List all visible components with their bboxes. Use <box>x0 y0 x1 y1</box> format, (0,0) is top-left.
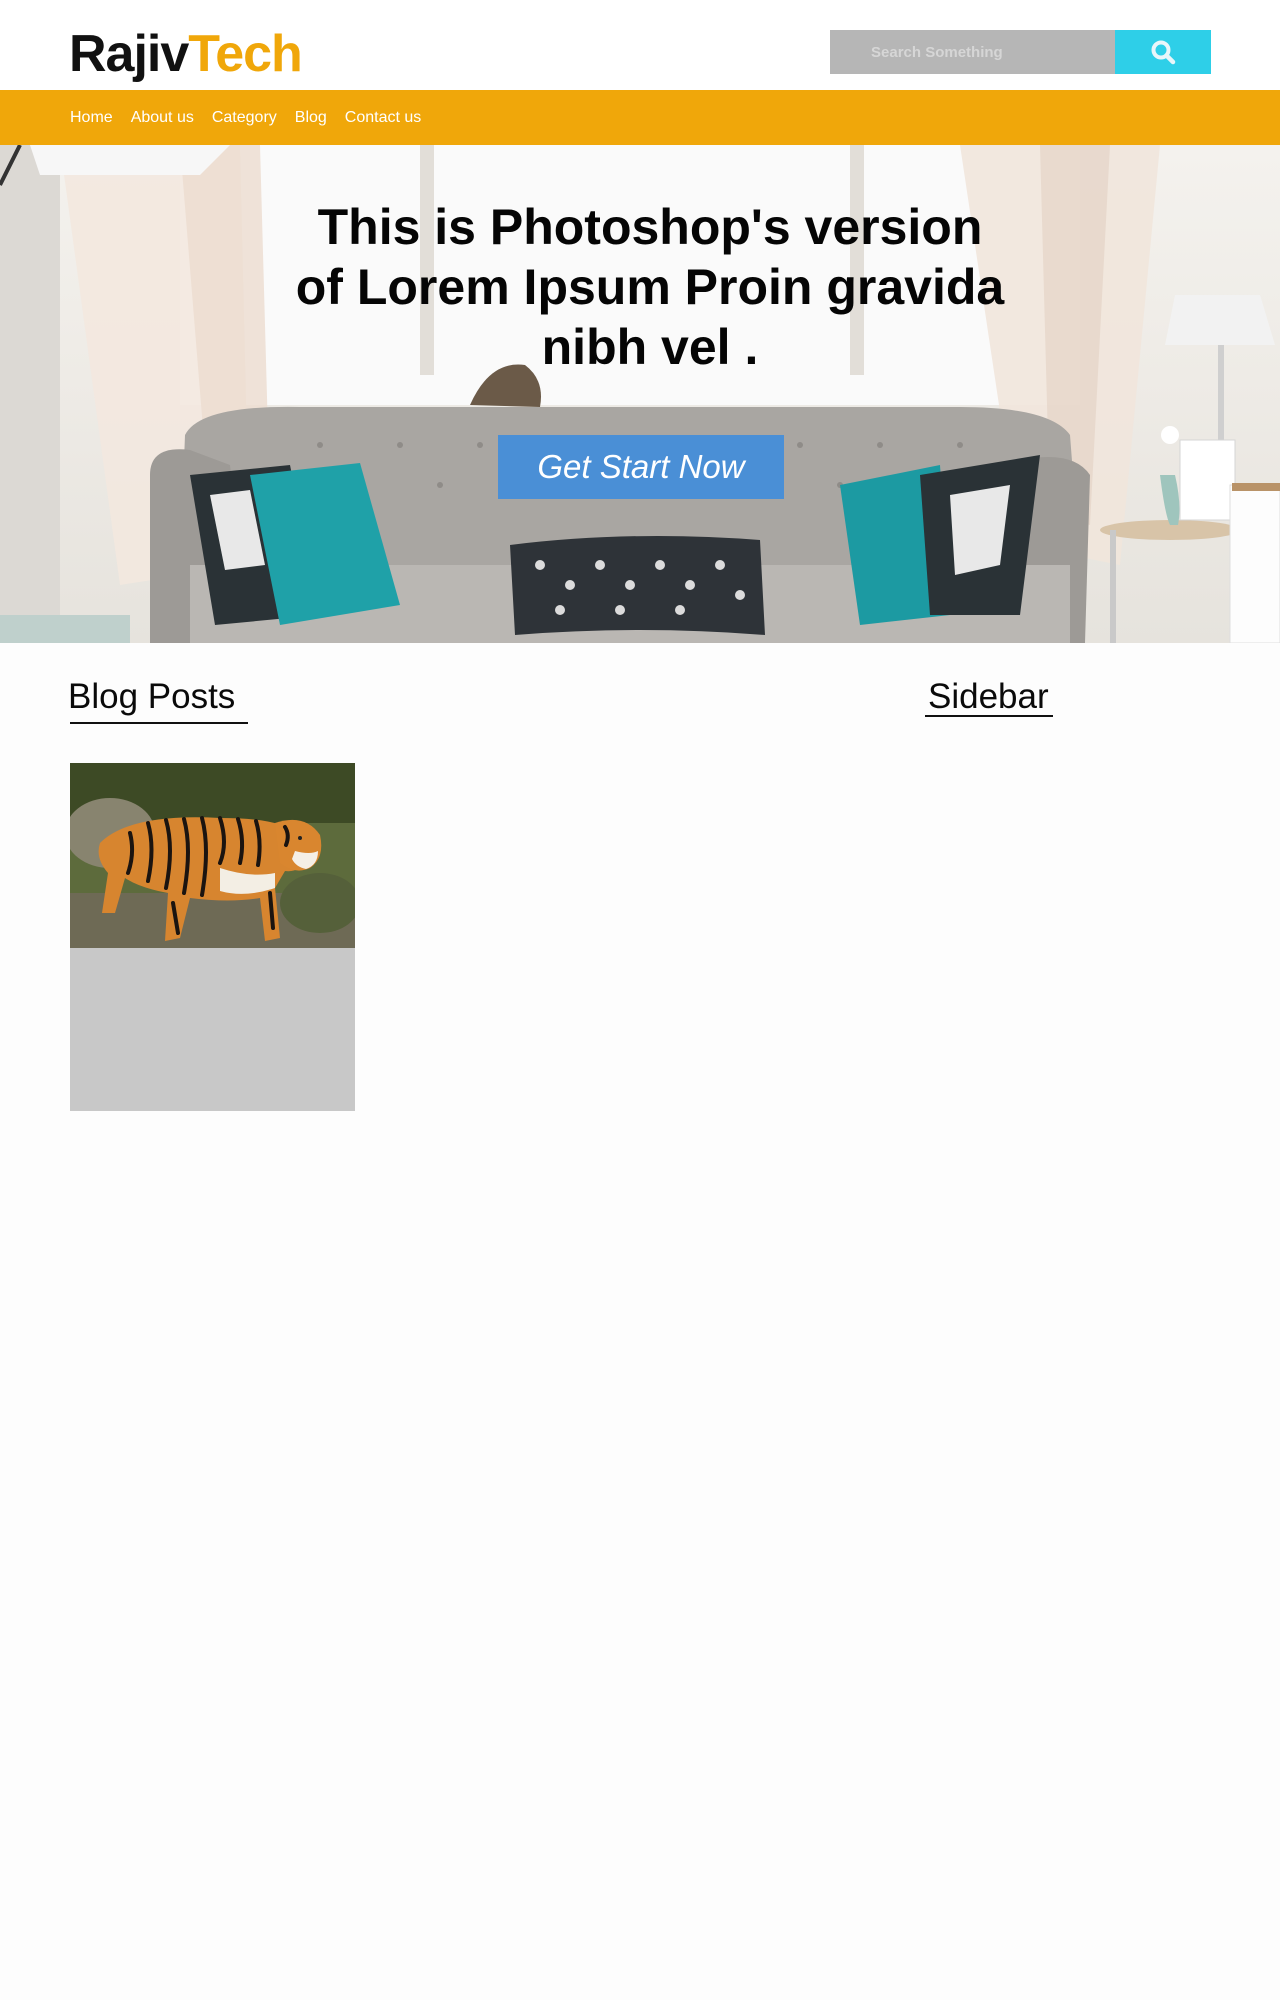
main-nav: Home About us Category Blog Contact us <box>0 90 1280 145</box>
nav-item-blog[interactable]: Blog <box>295 109 327 127</box>
nav-item-category[interactable]: Category <box>212 109 277 127</box>
sidebar-heading: Sidebar <box>928 677 1049 716</box>
hero-title: This is Photoshop's version of Lorem Ips… <box>295 199 1005 375</box>
blog-post-image[interactable] <box>70 763 355 948</box>
search-bar <box>830 30 1211 74</box>
logo-part-1: Rajiv <box>69 25 189 83</box>
get-started-button[interactable]: Get Start Now <box>498 435 784 499</box>
search-button[interactable] <box>1115 30 1211 74</box>
search-input[interactable] <box>830 30 1115 74</box>
search-icon <box>1151 40 1176 65</box>
nav-item-contact[interactable]: Contact us <box>345 109 421 127</box>
nav-item-about[interactable]: About us <box>131 109 194 127</box>
sidebar-heading-underline <box>925 715 1053 717</box>
tiger-image <box>70 763 355 948</box>
nav-item-home[interactable]: Home <box>70 109 113 127</box>
site-header: RajivTech <box>0 0 1280 90</box>
hero-banner: This is Photoshop's version of Lorem Ips… <box>0 145 1280 643</box>
logo-part-2: Tech <box>188 25 303 83</box>
blog-post-card[interactable] <box>70 763 355 1111</box>
blog-heading-underline <box>70 722 248 724</box>
site-logo[interactable]: RajivTech <box>69 24 303 84</box>
blog-posts-heading: Blog Posts <box>68 677 236 716</box>
